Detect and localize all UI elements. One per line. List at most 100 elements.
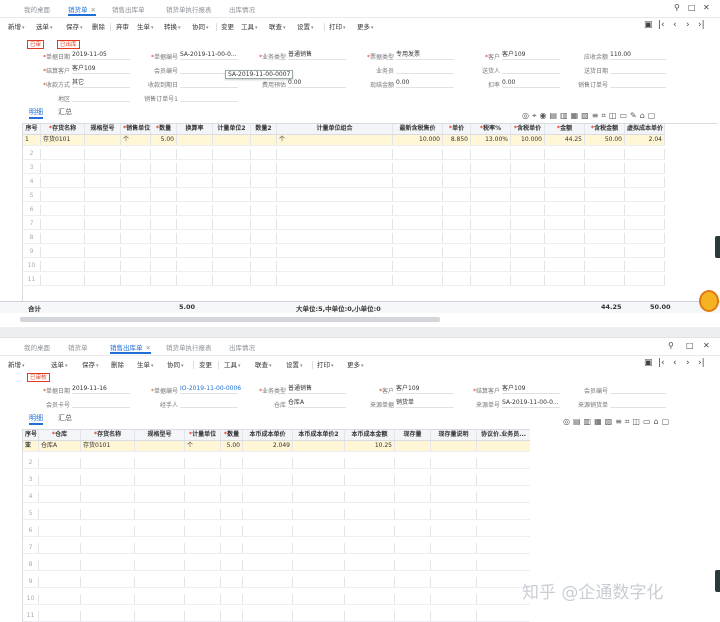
column-header[interactable]: *计量单位 [185,430,221,440]
table-cell[interactable] [585,261,625,271]
table-cell[interactable] [511,163,545,173]
table-cell[interactable] [81,577,135,587]
table-cell[interactable] [625,261,665,271]
table-cell[interactable] [185,458,221,468]
table-cell[interactable] [251,247,277,257]
table-cell[interactable] [151,275,177,285]
table-cell[interactable] [393,191,443,201]
column-header[interactable]: *含税单价 [511,124,545,134]
table-cell[interactable] [121,149,151,159]
table-cell[interactable] [213,205,251,215]
table-cell[interactable] [293,577,345,587]
table-cell[interactable] [39,526,81,536]
table-cell[interactable] [471,149,511,159]
table-row[interactable]: 4 [23,492,530,503]
table-cell[interactable] [545,261,585,271]
table-cell[interactable]: 2.04 [625,135,665,145]
table-cell[interactable] [185,509,221,519]
table-cell[interactable] [151,205,177,215]
link-query-button[interactable]: 联查▾ [269,21,286,31]
table-cell[interactable] [41,163,85,173]
table-row[interactable]: 8 [23,560,530,571]
table-cell[interactable] [443,275,471,285]
table-cell[interactable] [345,492,395,502]
table-row[interactable]: 9 [23,247,665,258]
table-cell[interactable] [85,135,121,145]
table-cell[interactable] [471,275,511,285]
table-cell[interactable] [151,233,177,243]
table-cell[interactable] [81,492,135,502]
table-cell[interactable] [625,247,665,257]
column-header[interactable]: *销售单位 [121,124,151,134]
column-header[interactable]: 计量单位2 [213,124,251,134]
table-cell[interactable] [177,149,213,159]
table-cell[interactable] [85,149,121,159]
collaborate-button[interactable]: 协同▾ [167,359,184,369]
table-cell[interactable] [277,275,393,285]
prev-record-icon[interactable]: ‹ [673,20,677,30]
table-row-selected[interactable]: 亚仓库A 存货0101 个 5.00 2.049 10.25 [23,441,530,452]
search-icon[interactable]: ⚲ [674,3,680,12]
table-cell[interactable] [471,191,511,201]
table-row-selected[interactable]: 1 存货0101 个 5.00 个 10.000 8.850 13.00% 10.000 44.2… [23,135,665,146]
discount-rate-field[interactable]: 0.00 [502,79,560,88]
table-cell[interactable] [443,247,471,257]
column-header[interactable]: 序号 [23,430,39,440]
table-cell[interactable] [545,233,585,243]
delete-row-icon[interactable]: 亚 [23,441,39,451]
table-cell[interactable] [511,247,545,257]
table-cell[interactable] [395,543,431,553]
table-cell[interactable] [345,543,395,553]
tab-invoice-report[interactable]: 销货单执行报表 [166,4,212,16]
table-cell[interactable] [625,163,665,173]
table-cell[interactable] [393,275,443,285]
table-row[interactable]: 2 [23,458,530,469]
table-cell[interactable] [151,247,177,257]
table-cell[interactable] [41,149,85,159]
table-cell[interactable] [81,458,135,468]
table-cell[interactable] [277,205,393,215]
table-cell[interactable] [121,247,151,257]
table-cell[interactable] [431,492,477,502]
table-cell[interactable] [477,509,530,519]
tools-button[interactable]: 工具▾ [224,359,241,369]
table-cell[interactable] [243,458,293,468]
table-cell[interactable] [185,526,221,536]
table-cell[interactable] [293,543,345,553]
table-cell[interactable] [81,475,135,485]
table-cell[interactable] [395,577,431,587]
table-cell[interactable] [545,149,585,159]
maximize-icon[interactable]: □ [686,341,694,350]
column-header[interactable]: 换算率 [177,124,213,134]
table-cell[interactable] [477,441,530,451]
table-cell[interactable] [85,219,121,229]
table-cell[interactable] [625,219,665,229]
table-cell[interactable]: 5.00 [221,441,243,451]
assistant-avatar-icon[interactable] [699,290,719,312]
table-cell[interactable] [393,247,443,257]
unaudit-button[interactable]: 弃审 [116,21,129,31]
table-cell[interactable] [293,492,345,502]
business-type-field[interactable]: 普通销售 [288,385,346,394]
table-cell[interactable] [293,560,345,570]
table-cell[interactable] [251,177,277,187]
table-cell[interactable] [41,247,85,257]
table-cell[interactable] [213,191,251,201]
table-cell[interactable] [293,458,345,468]
table-cell[interactable] [545,205,585,215]
table-cell[interactable] [477,611,530,621]
close-icon[interactable]: ✕ [91,6,96,14]
table-cell[interactable] [177,261,213,271]
table-row[interactable]: 8 [23,233,665,244]
table-cell[interactable]: 个 [277,135,393,145]
print-button[interactable]: 打印▾ [317,359,334,369]
table-cell[interactable] [395,509,431,519]
table-cell[interactable]: 存货0101 [81,441,135,451]
table-cell[interactable] [251,163,277,173]
payment-method-field[interactable]: 其它 [72,79,130,88]
select-button[interactable]: 选单▾ [51,359,68,369]
prev-record-icon[interactable]: ‹ [673,358,677,368]
table-cell[interactable] [177,163,213,173]
table-cell[interactable] [39,594,81,604]
table-cell[interactable] [39,458,81,468]
